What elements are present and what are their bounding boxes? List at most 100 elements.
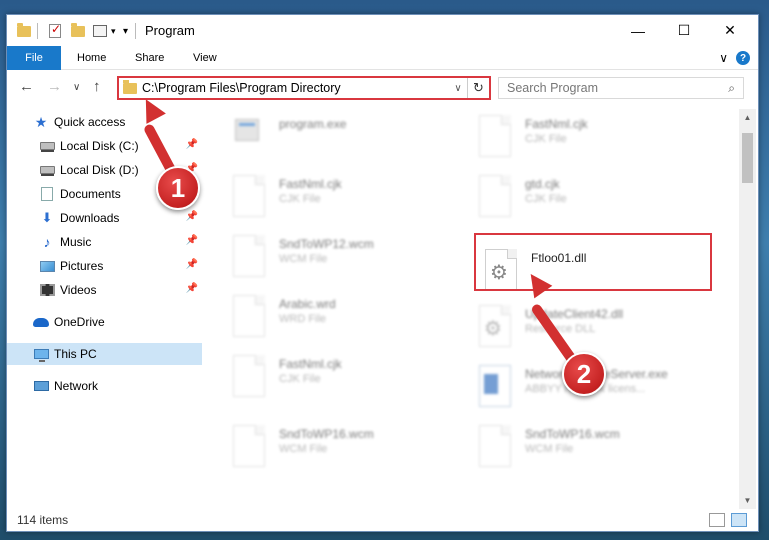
file-item[interactable]: gtd.cjk CJK File (479, 175, 719, 231)
file-type: CJK File (279, 193, 321, 205)
sidebar-item-label: Pictures (60, 259, 104, 273)
search-icon[interactable]: ⌕ (728, 81, 735, 96)
file-type: CJK File (525, 133, 567, 145)
quick-access-properties-icon[interactable] (93, 22, 107, 40)
cloud-icon (33, 315, 49, 329)
file-name: program.exe (279, 117, 347, 131)
file-name: FastNml.cjk (525, 117, 588, 131)
sidebar-item-label: Documents (60, 187, 121, 201)
vertical-scrollbar[interactable]: ▲ ▼ (739, 109, 756, 509)
sidebar-item-onedrive[interactable]: OneDrive (7, 311, 202, 333)
ribbon-expand-icon[interactable]: ∨ (719, 51, 728, 65)
address-bar[interactable]: C:\Program Files\Program Directory ∨ ↻ (117, 76, 491, 100)
details-view-icon[interactable] (709, 513, 725, 527)
network-icon (33, 379, 49, 393)
search-box[interactable]: Search Program ⌕ (498, 77, 744, 99)
sidebar-item-label: Local Disk (C:) (60, 139, 139, 153)
file-type: WRD File (279, 313, 327, 325)
file-type: CJK File (279, 373, 321, 385)
pc-icon (33, 347, 49, 362)
properties-check-icon[interactable] (49, 22, 61, 40)
file-item[interactable]: FastNml.cjk CJK File (233, 175, 473, 231)
back-button[interactable]: ← (19, 78, 34, 95)
file-name: gtd.cjk (525, 177, 560, 191)
file-item[interactable]: FastNml.cjk CJK File (479, 115, 719, 171)
file-item[interactable]: FastNml.cjk CJK File (233, 355, 473, 411)
sidebar-item-label: Local Disk (D:) (60, 163, 139, 177)
videos-icon (39, 283, 55, 297)
disk-icon (39, 139, 55, 153)
large-icons-view-icon[interactable] (731, 513, 747, 527)
file-item[interactable]: UpdateClient42.dll Resource DLL (479, 305, 719, 361)
sidebar-item-label: OneDrive (54, 315, 105, 329)
minimize-button[interactable]: — (615, 15, 661, 46)
document-file-icon (233, 295, 265, 337)
address-dropdown-icon[interactable]: ∨ (449, 83, 467, 94)
scroll-up-icon[interactable]: ▲ (739, 109, 756, 126)
tab-home[interactable]: Home (77, 46, 106, 70)
sidebar-item-videos[interactable]: Videos 📌 (7, 279, 202, 301)
file-name: SndToWP12.wcm (279, 237, 374, 251)
search-input[interactable]: Search Program (507, 81, 598, 95)
file-list: program.exe FastNml.cjk CJK File FastNml… (207, 109, 737, 509)
sidebar-item-downloads[interactable]: ⬇ Downloads 📌 (7, 207, 202, 229)
sidebar-item-label: Videos (60, 283, 97, 297)
status-bar: 114 items (7, 509, 758, 531)
sidebar-item-label: Quick access (54, 115, 126, 129)
file-item[interactable]: SndToWP16.wcm WCM File (233, 425, 473, 481)
sidebar-item-label: This PC (54, 347, 97, 361)
file-type: CJK File (525, 193, 567, 205)
document-file-icon (233, 235, 265, 277)
pin-icon: 📌 (185, 259, 198, 270)
forward-button[interactable]: → (47, 78, 62, 95)
sidebar-item-this-pc[interactable]: This PC (7, 343, 202, 365)
document-file-icon (233, 355, 265, 397)
item-count: 114 items (17, 513, 69, 527)
maximize-button[interactable]: ☐ (661, 15, 707, 46)
file-type: Resource DLL (525, 323, 596, 335)
document-file-icon (479, 425, 511, 467)
scroll-down-icon[interactable]: ▼ (739, 492, 756, 509)
exe-file-icon (233, 115, 265, 157)
up-button[interactable]: ↑ (93, 78, 101, 95)
file-name: SndToWP16.wcm (279, 427, 374, 441)
file-item[interactable]: program.exe (233, 115, 473, 171)
help-icon[interactable]: ? (736, 51, 750, 65)
new-folder-icon[interactable] (71, 22, 85, 40)
document-file-icon (233, 175, 265, 217)
download-icon: ⬇ (41, 210, 53, 225)
window-title: Program (145, 23, 195, 38)
refresh-button[interactable]: ↻ (467, 78, 489, 98)
file-type: WCM File (279, 443, 328, 455)
sidebar-item-quick-access[interactable]: ★ Quick access (7, 111, 202, 133)
file-type: WCM File (525, 443, 574, 455)
file-name: Arabic.wrd (279, 297, 336, 311)
target-file-highlight (474, 233, 712, 291)
recent-locations-button[interactable]: ∨ (73, 82, 80, 93)
customize-toolbar-icon[interactable]: ▾ (123, 22, 128, 40)
separator (37, 22, 38, 40)
documents-icon (39, 187, 55, 201)
tab-view[interactable]: View (193, 46, 217, 70)
sidebar-item-network[interactable]: Network (7, 375, 202, 397)
document-file-icon (479, 175, 511, 217)
sidebar-item-pictures[interactable]: Pictures 📌 (7, 255, 202, 277)
quick-access-dropdown-icon[interactable]: ▾ (111, 22, 116, 40)
folder-icon (123, 79, 137, 94)
annotation-marker-2: 2 (562, 352, 606, 396)
sidebar-item-label: Network (54, 379, 99, 393)
file-item[interactable]: Arabic.wrd WRD File (233, 295, 473, 351)
tab-share[interactable]: Share (135, 46, 164, 70)
file-name: FastNml.cjk (279, 357, 342, 371)
file-explorer-window: ▾ ▾ Program — ☐ ✕ File Home Share View ∨… (6, 14, 759, 532)
close-button[interactable]: ✕ (707, 15, 753, 46)
scroll-thumb[interactable] (742, 133, 753, 183)
pin-icon: 📌 (185, 211, 198, 222)
file-item[interactable]: SndToWP16.wcm WCM File (479, 425, 719, 481)
file-item[interactable]: SndToWP12.wcm WCM File (233, 235, 473, 291)
sidebar-item-music[interactable]: ♪ Music 📌 (7, 231, 202, 253)
address-path[interactable]: C:\Program Files\Program Directory (142, 81, 449, 95)
dll-gears-icon (479, 305, 511, 347)
sidebar-item-local-disk-c[interactable]: Local Disk (C:) 📌 (7, 135, 202, 157)
tab-file[interactable]: File (7, 46, 61, 70)
